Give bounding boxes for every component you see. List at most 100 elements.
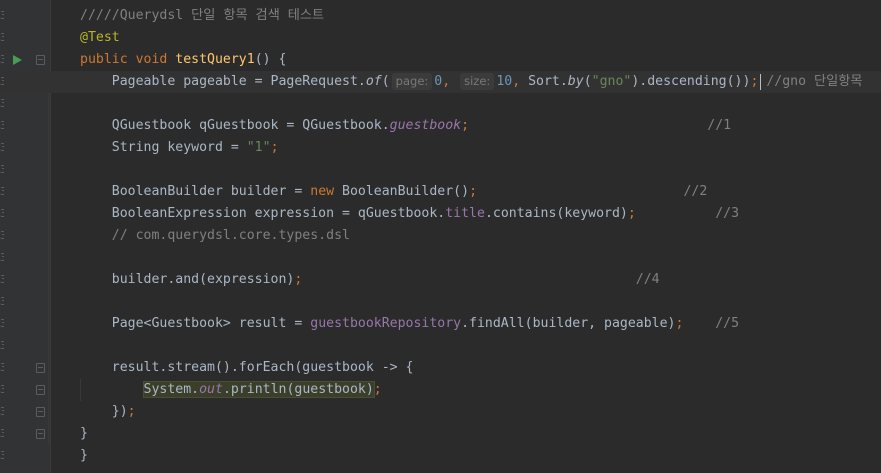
code-token: by: [567, 74, 584, 89]
comment-token: /////Querydsl 단일 항목 검색 테스트: [80, 8, 325, 23]
code-line[interactable]: 3 String keyword = "1";: [0, 137, 881, 159]
code-token: BooleanExpression expression = qGuestboo…: [80, 206, 446, 221]
code-line[interactable]: 3 System.out.println(guestbook);: [0, 379, 881, 401]
code-token: ;: [469, 184, 478, 199]
code-token: result.stream().forEach(guestbook -> {: [80, 360, 414, 375]
code-token: (: [381, 74, 390, 89]
line-number: 3: [0, 449, 4, 462]
code-line[interactable]: 3 @Test: [0, 27, 881, 49]
code-editor[interactable]: 3 /////Querydsl 단일 항목 검색 테스트 3 @Test 3 public…: [0, 0, 881, 473]
code-text: @Test: [80, 27, 120, 49]
code-token: String keyword =: [80, 140, 247, 155]
code-line[interactable]: 3: [0, 93, 881, 115]
comment-token: // com.querydsl.core.types.dsl: [80, 228, 350, 243]
code-line[interactable]: 3 // com.querydsl.core.types.dsl: [0, 225, 881, 247]
code-line[interactable]: 3 Page<Guestbook> result = guestbookRepo…: [0, 313, 881, 335]
code-token: }: [80, 448, 88, 463]
highlighted-token: out: [199, 382, 223, 397]
line-number: 3: [0, 163, 4, 176]
line-number: 3: [0, 251, 4, 264]
line-number: 3: [0, 207, 4, 220]
fold-marker-icon[interactable]: [36, 407, 45, 417]
code-token: builder.and(expression): [80, 272, 295, 287]
code-line[interactable]: 3 QGuestbook qGuestbook = QGuestbook.gue…: [0, 115, 881, 137]
fold-marker-icon[interactable]: [36, 385, 45, 395]
line-number: 3: [0, 97, 4, 110]
run-gutter-icon[interactable]: [13, 55, 22, 65]
code-line[interactable]: 3}: [0, 445, 881, 467]
code-token: ;: [373, 382, 382, 397]
code-token: ,: [442, 74, 459, 89]
code-token: (: [583, 74, 592, 89]
code-line[interactable]: 3: [0, 159, 881, 181]
code-text: BooleanBuilder builder = new BooleanBuil…: [80, 181, 708, 203]
code-token: public void: [80, 52, 176, 67]
comment-token: //5: [683, 316, 740, 331]
line-number: 3: [0, 405, 4, 418]
line-number: 3: [0, 427, 4, 440]
code-token: ;: [627, 206, 636, 221]
code-token: BooleanBuilder builder =: [80, 184, 311, 199]
code-line[interactable]: 3 BooleanBuilder builder = new BooleanBu…: [0, 181, 881, 203]
code-line[interactable]: 3 Pageable pageable = PageRequest.of(pag…: [0, 71, 881, 93]
comment-token: //1: [469, 118, 732, 133]
code-line[interactable]: 3 builder.and(expression); //4: [0, 269, 881, 291]
comment-token: //3: [635, 206, 740, 221]
code-text: result.stream().forEach(guestbook -> {: [80, 357, 414, 379]
fold-marker-icon[interactable]: [36, 55, 45, 65]
code-line[interactable]: 3 });: [0, 401, 881, 423]
code-token: @Test: [80, 30, 120, 45]
line-number: 3: [0, 75, 4, 88]
code-token: ;: [270, 140, 279, 155]
code-text: Pageable pageable = PageRequest.of(page:…: [80, 71, 863, 93]
code-token: Page<Guestbook> result =: [80, 316, 311, 331]
code-token: ;: [127, 404, 136, 419]
code-token: QGuestbook qGuestbook = QGuestbook.: [80, 118, 390, 133]
code-token: Pageable pageable = PageRequest.: [80, 74, 366, 89]
code-token: ;: [461, 118, 470, 133]
code-token: "gno": [591, 74, 632, 89]
code-token: new: [310, 184, 343, 199]
code-token: 10: [496, 74, 513, 89]
line-number: 3: [0, 141, 4, 154]
code-token: BooleanBuilder(): [342, 184, 470, 199]
line-number: 3: [0, 9, 4, 22]
comment-token: //gno 단일항목: [758, 74, 863, 89]
code-text: });: [80, 401, 136, 423]
line-number: 3: [0, 53, 4, 66]
code-text: }: [80, 445, 88, 467]
code-token: ).descending()): [631, 74, 751, 89]
code-token: Sort.: [528, 74, 568, 89]
code-line[interactable]: 3: [0, 291, 881, 313]
code-text: System.out.println(guestbook);: [80, 379, 382, 401]
line-number: 3: [0, 119, 4, 132]
comment-token: //2: [477, 184, 708, 199]
line-number: 3: [0, 185, 4, 198]
code-token: }: [80, 426, 88, 441]
code-token: guestbookRepository: [310, 316, 462, 331]
code-token: guestbook: [389, 118, 462, 133]
code-text: BooleanExpression expression = qGuestboo…: [80, 203, 739, 225]
code-line[interactable]: 3: [0, 335, 881, 357]
code-line[interactable]: 3 BooleanExpression expression = qGuestb…: [0, 203, 881, 225]
code-token: .contains(keyword): [484, 206, 628, 221]
code-token: ,: [512, 74, 529, 89]
code-line[interactable]: 3 public void testQuery1() {: [0, 49, 881, 71]
code-token: }): [80, 404, 128, 419]
fold-marker-icon[interactable]: [36, 429, 45, 439]
code-line[interactable]: 3 result.stream().forEach(guestbook -> {: [0, 357, 881, 379]
line-number: 3: [0, 339, 4, 352]
code-line[interactable]: 3 /////Querydsl 단일 항목 검색 테스트: [0, 5, 881, 27]
line-number: 3: [0, 383, 4, 396]
line-number: 3: [0, 273, 4, 286]
code-line[interactable]: 3: [0, 247, 881, 269]
code-text: Page<Guestbook> result = guestbookReposi…: [80, 313, 739, 335]
code-line[interactable]: 3}: [0, 423, 881, 445]
code-token: testQuery1: [175, 52, 255, 67]
code-token: title: [445, 206, 485, 221]
code-text: String keyword = "1";: [80, 137, 279, 159]
code-text: QGuestbook qGuestbook = QGuestbook.guest…: [80, 115, 731, 137]
code-text: }: [80, 423, 88, 445]
fold-marker-icon[interactable]: [36, 363, 45, 373]
code-text: builder.and(expression); //4: [80, 269, 660, 291]
